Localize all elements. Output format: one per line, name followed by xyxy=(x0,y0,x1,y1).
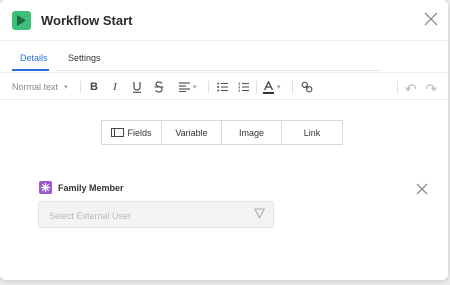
align-dropdown[interactable]: ▾ xyxy=(179,80,203,94)
chevron-down-icon: ▾ xyxy=(193,84,197,91)
text-style-value: Normal text xyxy=(12,82,59,92)
align-icon xyxy=(179,82,190,92)
family-member-field-header: Family Member xyxy=(39,181,124,194)
toolbar-divider xyxy=(256,81,257,93)
insert-button-group: Fields Variable Image Link xyxy=(101,120,343,145)
fields-button[interactable]: Fields xyxy=(102,121,162,144)
text-style-select[interactable]: Normal text ▾ xyxy=(12,80,76,94)
numbered-list-button[interactable] xyxy=(237,80,249,94)
remove-field-button[interactable] xyxy=(416,182,428,195)
image-button[interactable]: Image xyxy=(222,121,282,144)
toolbar-divider xyxy=(292,81,293,93)
strikethrough-button[interactable] xyxy=(153,80,165,94)
chevron-down-icon xyxy=(254,208,265,219)
close-panel-button[interactable] xyxy=(424,12,438,26)
close-icon xyxy=(424,12,438,26)
underline-button[interactable] xyxy=(131,80,143,94)
workflow-start-badge xyxy=(12,11,31,30)
italic-button[interactable]: I xyxy=(109,80,121,94)
tab-settings[interactable]: Settings xyxy=(68,53,101,63)
undo-icon xyxy=(404,83,416,91)
close-icon xyxy=(416,183,428,195)
play-icon xyxy=(17,15,26,26)
link-button[interactable] xyxy=(300,80,314,94)
sparkle-icon xyxy=(41,183,50,192)
underline-icon xyxy=(133,82,141,93)
family-member-icon xyxy=(39,181,52,194)
numbered-list-icon xyxy=(238,82,249,92)
bold-button[interactable]: B xyxy=(88,80,100,94)
redo-icon xyxy=(425,83,437,91)
bullet-list-icon xyxy=(216,82,228,92)
variable-button[interactable]: Variable xyxy=(162,121,222,144)
active-tab-indicator xyxy=(12,69,49,71)
toolbar-divider xyxy=(208,81,209,93)
bold-icon: B xyxy=(90,81,98,93)
chevron-down-icon: ▾ xyxy=(64,84,68,91)
tab-divider xyxy=(57,70,381,71)
bullet-list-button[interactable] xyxy=(216,80,228,94)
link-insert-button[interactable]: Link xyxy=(282,121,342,144)
tab-details[interactable]: Details xyxy=(20,53,48,63)
select-placeholder: Select External User xyxy=(49,211,132,221)
workflow-start-panel: Workflow Start Details Settings Normal t… xyxy=(0,0,448,280)
editor-toolbar: Normal text ▾ B I ▾ ▾ xyxy=(0,72,448,100)
fields-icon xyxy=(111,128,125,137)
undo-button[interactable] xyxy=(404,80,416,94)
external-user-select[interactable]: Select External User xyxy=(38,201,274,228)
link-icon xyxy=(301,81,313,93)
family-member-label: Family Member xyxy=(58,182,124,193)
redo-button[interactable] xyxy=(425,80,437,94)
panel-header: Workflow Start xyxy=(0,0,448,40)
text-color-icon xyxy=(263,80,274,94)
tab-bar: Details Settings xyxy=(0,40,448,72)
strikethrough-icon xyxy=(154,81,164,93)
panel-title: Workflow Start xyxy=(41,13,133,28)
italic-icon: I xyxy=(113,81,117,93)
chevron-down-icon: ▾ xyxy=(277,84,281,91)
toolbar-divider xyxy=(80,81,81,93)
toolbar-divider xyxy=(397,81,398,93)
text-color-dropdown[interactable]: ▾ xyxy=(263,80,287,94)
fields-label: Fields xyxy=(127,127,152,138)
